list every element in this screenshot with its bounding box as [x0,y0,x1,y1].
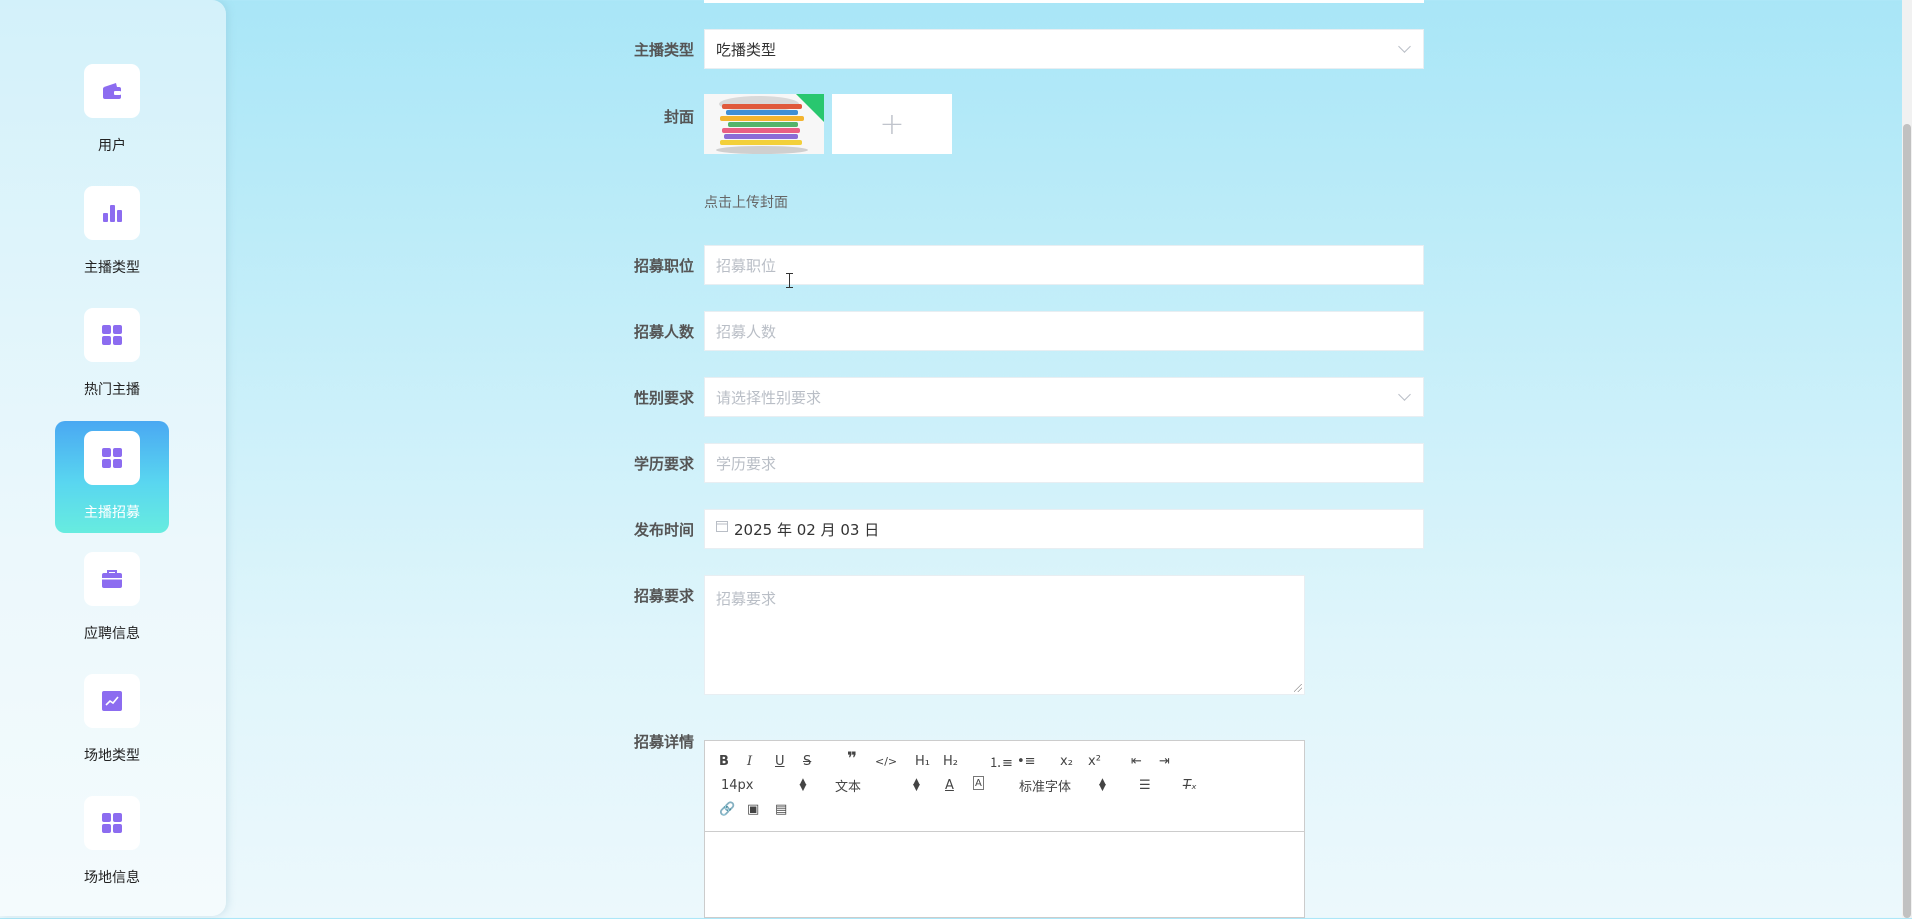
image-icon[interactable]: ▣ [747,800,759,818]
anchor-type-value: 吃播类型 [716,40,777,59]
wallet-icon [103,83,121,99]
updown-icon: ▲ ▼ [799,777,807,793]
font-size-select[interactable]: 14px ▲ ▼ [721,776,806,794]
education-input[interactable]: 学历要求 [704,443,1424,483]
sidebar-item-label: 主播类型 [84,260,140,276]
font-family-select[interactable]: 标准字体 ▲ ▼ [1019,776,1106,795]
requirements-label: 招募要求 [633,587,694,605]
text-cursor-icon [786,273,793,288]
updown-icon: ▲ ▼ [913,777,920,793]
briefcase-icon [102,570,122,588]
outdent-icon[interactable]: ⇤ [1131,752,1142,770]
publish-time-label: 发布时间 [633,521,694,539]
plus-icon: + [879,106,905,142]
bullet-list-icon[interactable]: •≡ [1017,752,1036,770]
background-color-icon[interactable]: A [973,776,984,790]
calendar-icon [716,521,728,532]
status-corner [796,94,824,122]
previous-field-edge [704,0,1424,3]
position-label: 招募职位 [633,257,694,275]
bold-icon[interactable]: B [719,752,729,770]
add-cover-button[interactable]: + [832,94,952,154]
italic-icon[interactable]: I [747,752,752,770]
chevron-down-icon [1398,388,1411,401]
publish-time-value: 2025 年 02 月 03 日 [734,520,880,539]
blockquote-icon[interactable]: ❞ [847,749,857,769]
strike-icon[interactable]: S [803,752,811,770]
headcount-label: 招募人数 [633,323,694,341]
superscript-icon[interactable]: x² [1088,752,1101,770]
gender-placeholder: 请选择性别要求 [716,388,822,407]
code-icon[interactable]: </> [875,752,897,770]
sidebar-item-label: 场地信息 [84,870,140,886]
header1-icon[interactable]: H₁ [915,752,930,770]
education-label: 学历要求 [633,455,694,473]
sidebar-item-applications[interactable]: 应聘信息 [55,542,169,654]
sidebar-item-label: 应聘信息 [84,626,140,642]
sidebar-item-label: 用户 [98,138,126,154]
publish-time-picker[interactable]: 2025 年 02 月 03 日 [704,509,1424,549]
sidebar-item-anchor-recruit[interactable]: 主播招募 [55,421,169,533]
requirements-placeholder: 招募要求 [716,590,777,608]
video-icon[interactable]: ▤ [775,800,787,818]
ordered-list-icon[interactable]: ⒈≡ [989,752,1013,771]
rich-text-editor[interactable]: B I U S ❞ </> H₁ H₂ ⒈≡ •≡ x₂ x² ⇤ ⇥ 14px… [704,740,1305,918]
education-placeholder: 学历要求 [716,454,777,473]
upload-cover-hint: 点击上传封面 [704,195,788,211]
header2-icon[interactable]: H₂ [943,752,958,770]
details-label: 招募详情 [633,733,694,751]
link-icon[interactable]: 🔗 [719,800,735,818]
grid-icon [102,325,122,345]
sidebar-item-users[interactable]: 用户 [55,54,169,166]
position-input[interactable]: 招募职位 [704,245,1424,285]
sidebar-item-venue-info[interactable]: 场地信息 [55,786,169,898]
scrollbar-thumb[interactable] [1903,124,1911,918]
chevron-down-icon [1398,40,1411,53]
requirements-textarea[interactable]: 招募要求 [704,575,1305,695]
align-icon[interactable]: ☰ [1139,776,1151,794]
anchor-type-label: 主播类型 [633,41,694,59]
grid-icon [102,448,122,468]
paragraph-value: 文本 [835,779,862,795]
bar-chart-icon [103,205,122,222]
sidebar-item-label: 热门主播 [84,382,140,398]
indent-icon[interactable]: ⇥ [1159,752,1170,770]
updown-icon: ▲ ▼ [1099,777,1106,793]
anchor-type-select[interactable]: 吃播类型 [704,29,1424,69]
sidebar: 用户 主播类型 热门主播 主播招募 应聘信息 场地类型 场地信息 [0,0,226,916]
font-family-value: 标准字体 [1019,779,1072,795]
cover-label: 封面 [663,108,694,126]
grid-icon [102,813,122,833]
line-chart-icon [102,691,122,711]
position-placeholder: 招募职位 [716,256,777,275]
sidebar-item-anchor-type[interactable]: 主播类型 [55,176,169,288]
sidebar-item-label: 主播招募 [84,505,140,521]
underline-icon[interactable]: U [775,752,785,770]
sidebar-item-venue-type[interactable]: 场地类型 [55,664,169,776]
sidebar-item-label: 场地类型 [84,748,140,764]
font-color-icon[interactable]: A [945,776,954,794]
gender-select[interactable]: 请选择性别要求 [704,377,1424,417]
editor-content-area[interactable] [705,832,1304,919]
cover-thumbnail[interactable] [704,94,824,154]
subscript-icon[interactable]: x₂ [1060,752,1073,770]
page-scrollbar[interactable] [1902,0,1912,918]
font-size-value: 14px [721,777,754,793]
editor-toolbar: B I U S ❞ </> H₁ H₂ ⒈≡ •≡ x₂ x² ⇤ ⇥ 14px… [705,741,1304,832]
clear-format-icon[interactable]: T̶ₓ [1183,776,1197,794]
resize-handle-icon[interactable] [1294,684,1302,692]
gender-label: 性别要求 [633,389,694,407]
headcount-input[interactable]: 招募人数 [704,311,1424,351]
paragraph-select[interactable]: 文本 ▲ ▼ [835,776,920,795]
sidebar-item-hot-anchor[interactable]: 热门主播 [55,298,169,410]
headcount-placeholder: 招募人数 [716,322,777,341]
